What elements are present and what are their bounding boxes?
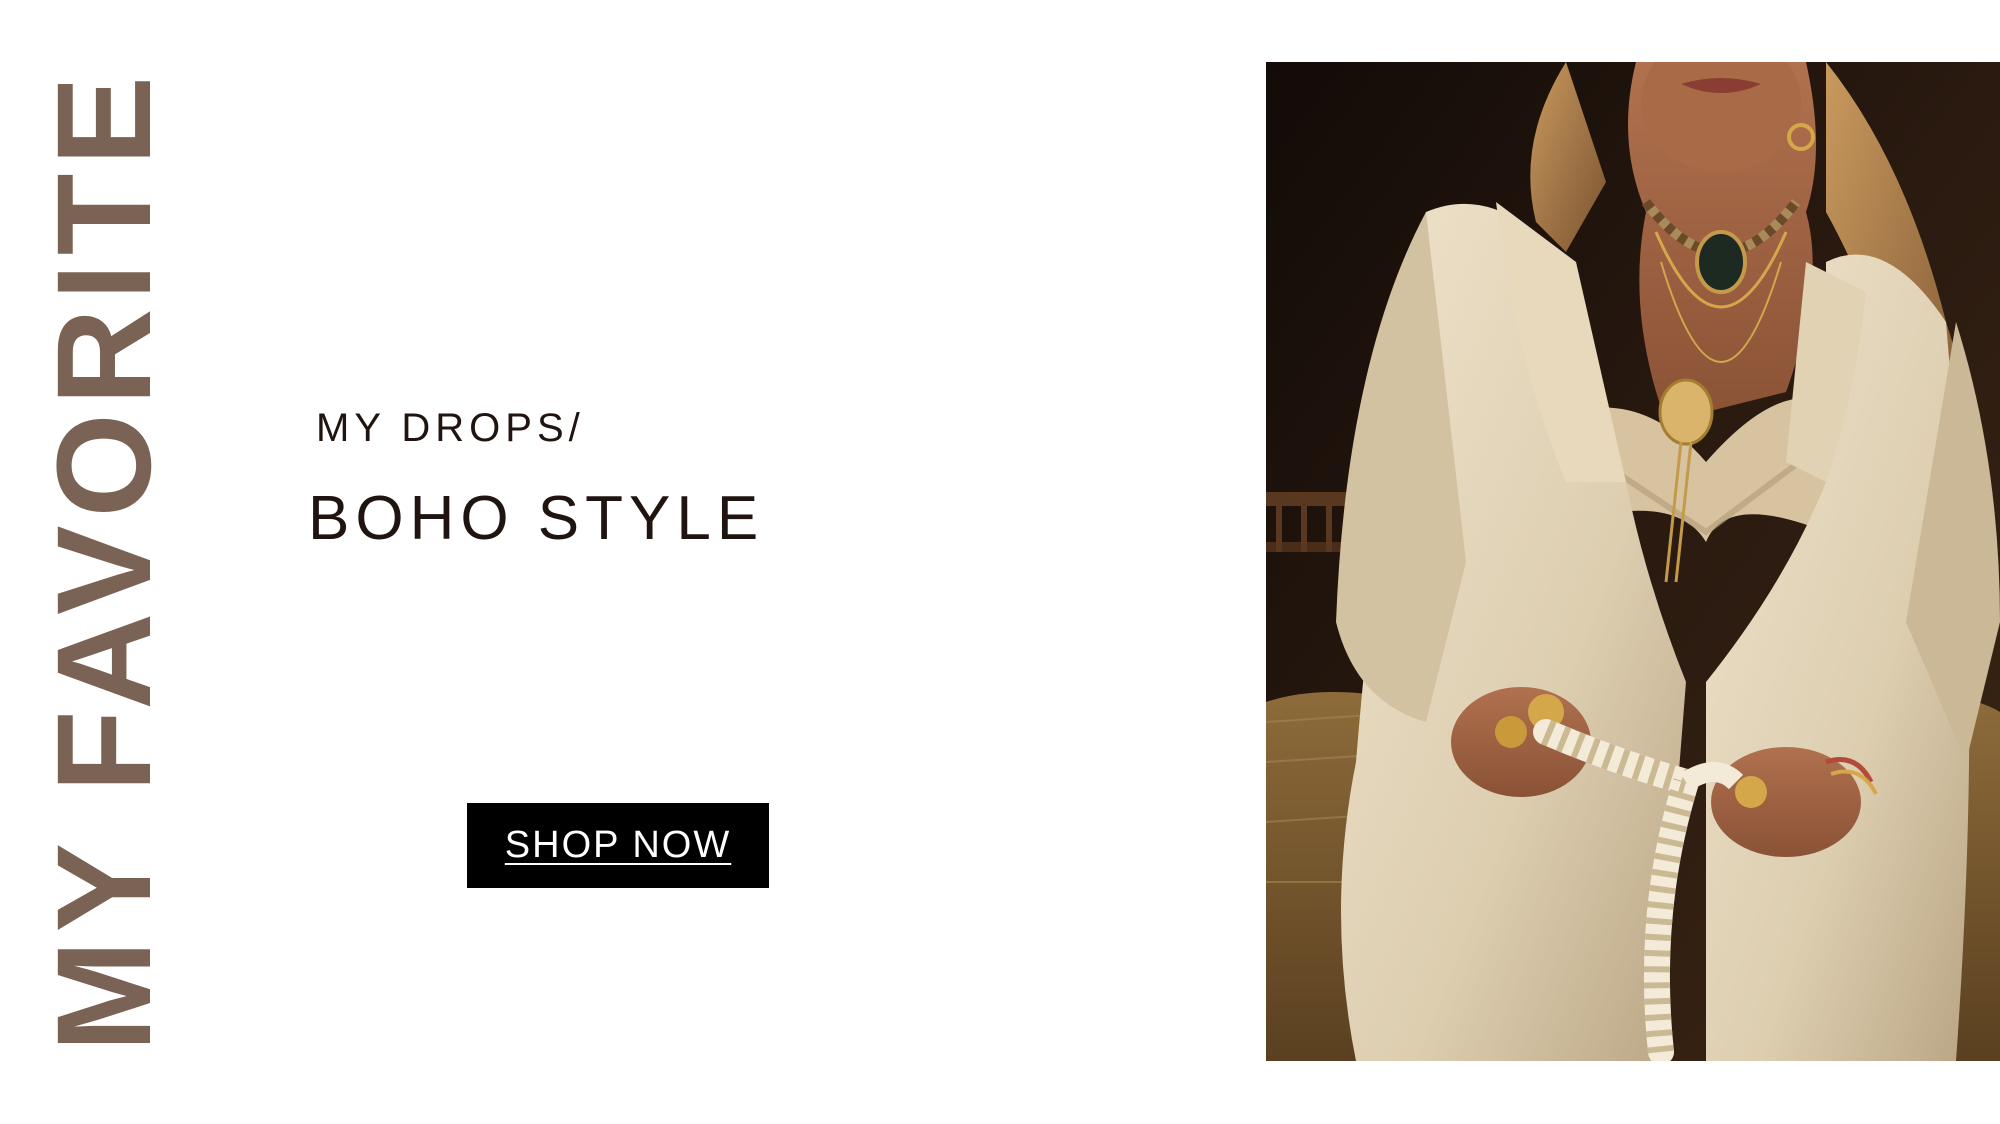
collection-subtitle: MY DROPS/ bbox=[316, 406, 585, 450]
model-photo bbox=[1266, 62, 2000, 1061]
model-photo-illustration bbox=[1266, 62, 2000, 1061]
vertical-brand-title: MY FAVORITE bbox=[30, 68, 179, 1052]
banner-page: MY FAVORITE MY DROPS/ BOHO STYLE SHOP NO… bbox=[0, 0, 2000, 1124]
collection-headline: BOHO STYLE bbox=[308, 484, 765, 553]
vertical-title-container: MY FAVORITE bbox=[30, 68, 179, 1052]
shop-now-label: SHOP NOW bbox=[504, 824, 732, 866]
shop-now-button[interactable]: SHOP NOW bbox=[467, 803, 769, 888]
